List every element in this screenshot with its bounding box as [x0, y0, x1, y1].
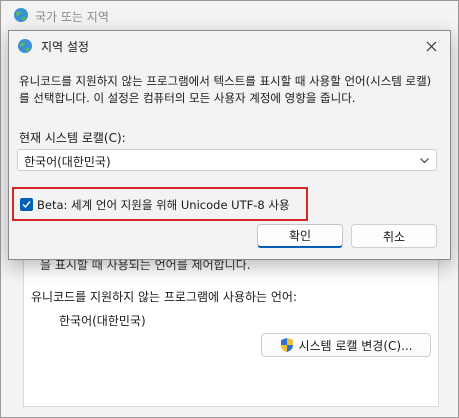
region-settings-dialog: 지역 설정 유니코드를 지원하지 않는 프로그램에서 텍스트를 표시할 때 사용… — [8, 30, 451, 260]
dialog-description: 유니코드를 지원하지 않는 프로그램에서 텍스트를 표시할 때 사용할 언어(시… — [19, 74, 432, 105]
change-system-locale-label: 시스템 로캘 변경(C)... — [298, 338, 413, 353]
cancel-button[interactable]: 취소 — [351, 224, 437, 248]
cancel-button-label: 취소 — [382, 229, 406, 244]
close-button[interactable] — [416, 33, 446, 59]
close-icon — [426, 41, 436, 51]
checkmark-icon — [22, 201, 31, 209]
utf8-beta-checkbox[interactable] — [20, 198, 33, 211]
uac-shield-icon — [281, 338, 294, 352]
non-unicode-language-label: 유니코드를 지원하지 않는 프로그램에 사용하는 언어: — [31, 290, 297, 304]
non-unicode-language-value: 한국어(대한민국) — [59, 314, 146, 328]
utf8-beta-label: Beta: 세계 언어 지원을 위해 Unicode UTF-8 사용 — [37, 198, 290, 212]
dialog-titlebar: 지역 설정 — [9, 31, 450, 61]
parent-titlebar: 국가 또는 지역 — [1, 1, 458, 31]
system-locale-value: 한국어(대한민국) — [24, 155, 111, 169]
dialog-title: 지역 설정 — [41, 40, 89, 54]
ok-button-label: 확인 — [288, 229, 312, 243]
parent-window-title: 국가 또는 지역 — [35, 10, 109, 24]
utf8-option-highlight: Beta: 세계 언어 지원을 위해 Unicode UTF-8 사용 — [12, 187, 308, 221]
ok-button[interactable]: 확인 — [257, 224, 343, 248]
current-locale-label: 현재 시스템 로캘(C): — [19, 131, 126, 145]
globe-icon — [14, 8, 28, 22]
system-locale-select[interactable]: 한국어(대한민국) — [17, 149, 437, 171]
chevron-down-icon — [420, 158, 429, 164]
globe-icon — [18, 39, 32, 53]
change-system-locale-button[interactable]: 시스템 로캘 변경(C)... — [261, 333, 431, 357]
